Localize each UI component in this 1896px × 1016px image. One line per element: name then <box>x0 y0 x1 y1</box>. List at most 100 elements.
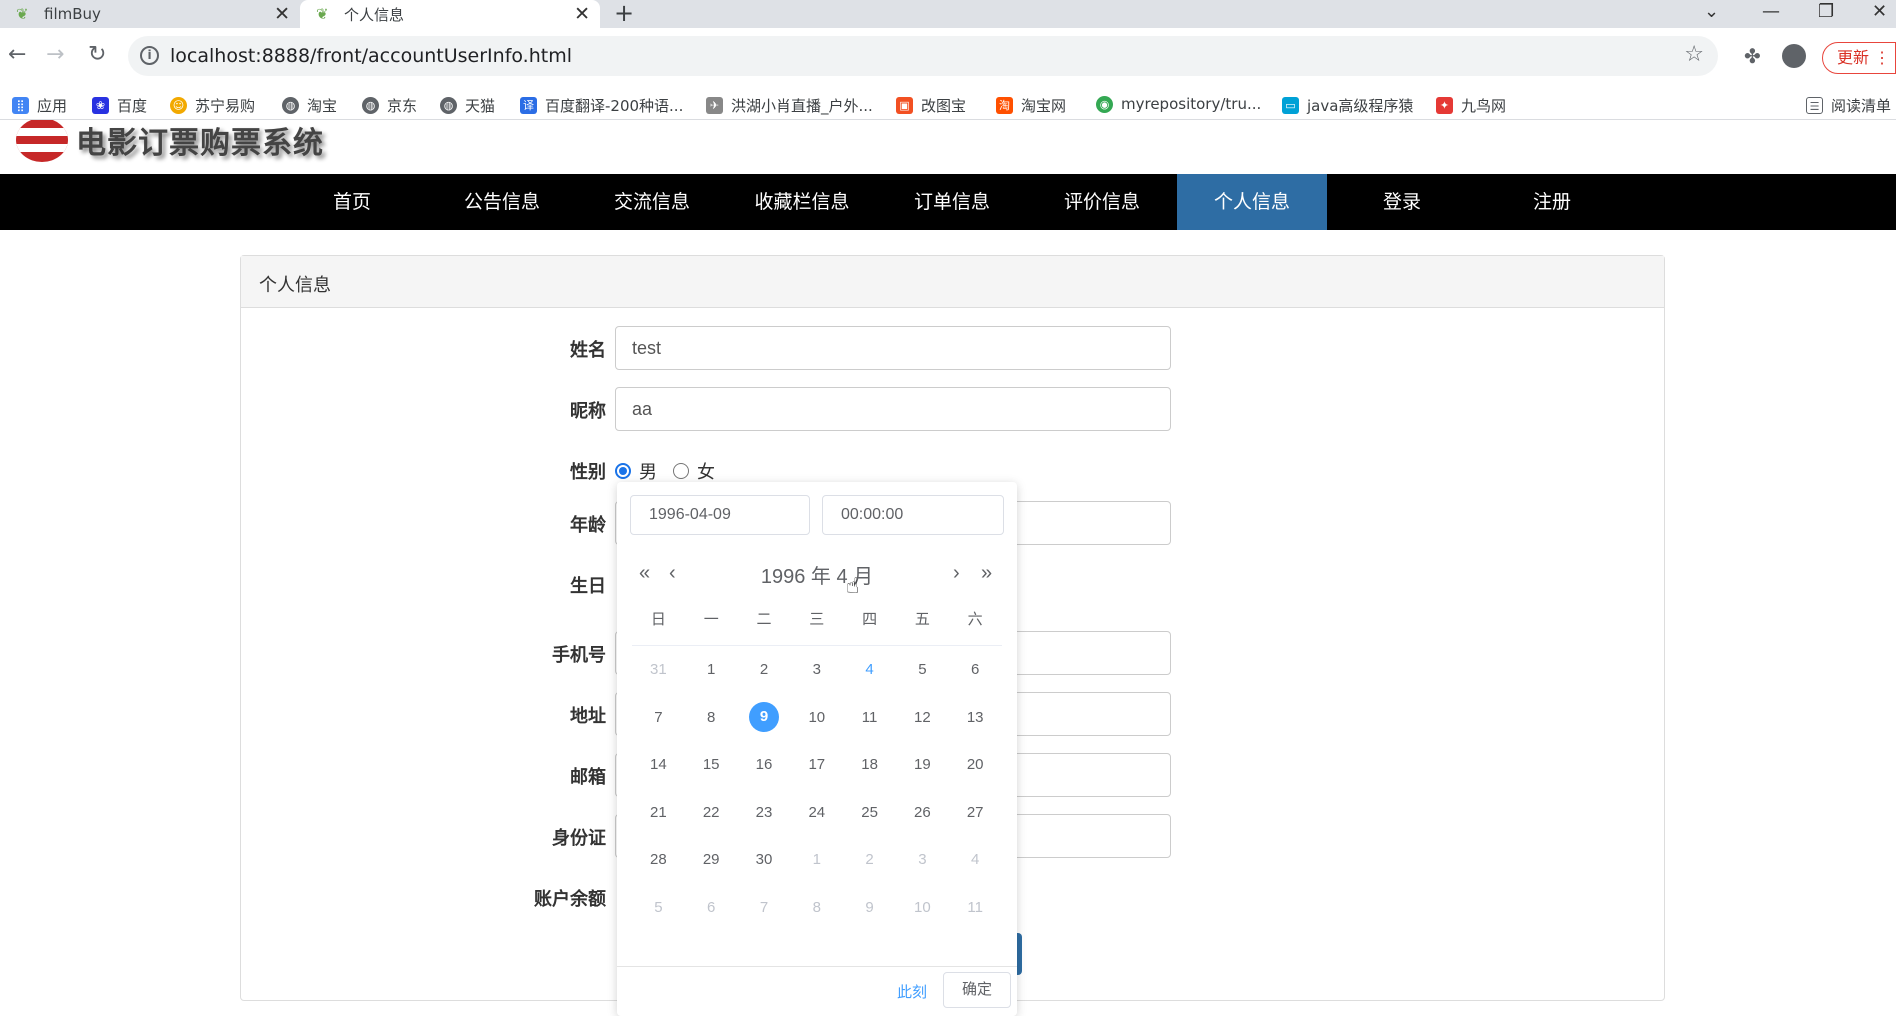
bookmark-jiuniao[interactable]: ✦ 九鸟网 <box>1436 95 1506 116</box>
bookmark-taobao[interactable]: ◍ 淘宝 <box>282 95 337 116</box>
nav-item-home[interactable]: 首页 <box>277 174 427 230</box>
nav-item-reviews[interactable]: 评价信息 <box>1027 174 1177 230</box>
calendar-day[interactable]: 5 <box>632 899 685 916</box>
minimize-icon[interactable]: — <box>1762 0 1780 28</box>
bookmark-star-icon[interactable]: ☆ <box>1684 42 1704 67</box>
calendar-day[interactable]: 20 <box>949 756 1002 773</box>
calendar-day[interactable]: 3 <box>896 851 949 868</box>
close-tab-icon[interactable]: ✕ <box>274 4 290 24</box>
gender-male-radio[interactable] <box>615 463 631 479</box>
calendar-day[interactable]: 10 <box>790 709 843 726</box>
bookmark-suning[interactable]: ☺ 苏宁易购 <box>170 95 255 116</box>
bookmark-honghu[interactable]: ✈ 洪湖小肖直播_户外... <box>706 95 873 116</box>
nav-item-profile[interactable]: 个人信息 <box>1177 174 1327 230</box>
calendar-day[interactable]: 4 <box>843 661 896 678</box>
calendar-day[interactable]: 5 <box>896 661 949 678</box>
calendar-day[interactable]: 10 <box>896 899 949 916</box>
bookmark-baidu-translate[interactable]: 译百度翻译-200种语... <box>520 95 683 116</box>
nav-item-notices[interactable]: 公告信息 <box>427 174 577 230</box>
nav-item-favorites[interactable]: 收藏栏信息 <box>727 174 877 230</box>
calendar-day[interactable]: 23 <box>738 804 791 821</box>
calendar-day[interactable]: 29 <box>685 851 738 868</box>
tab-filmbuy[interactable]: ❦ filmBuy ✕ <box>0 0 300 28</box>
next-month-icon[interactable]: › <box>953 562 960 585</box>
calendar-day-selected[interactable]: 9 <box>738 702 791 733</box>
site-logo[interactable]: 电影订票购票系统 <box>16 120 324 170</box>
gender-female-radio[interactable] <box>673 463 689 479</box>
close-window-icon[interactable]: ✕ <box>1872 0 1887 28</box>
gender-male-label[interactable]: 男 <box>639 458 657 484</box>
calendar-day[interactable]: 15 <box>685 756 738 773</box>
calendar-day[interactable]: 18 <box>843 756 896 773</box>
calendar-day[interactable]: 2 <box>843 851 896 868</box>
calendar-day[interactable]: 4 <box>949 851 1002 868</box>
reading-list[interactable]: ☰ 阅读清单 <box>1806 95 1891 116</box>
picker-year[interactable]: 1996 年 <box>761 566 831 588</box>
nav-item-register[interactable]: 注册 <box>1477 174 1627 230</box>
bookmark-baidu[interactable]: ❀ 百度 <box>92 95 147 116</box>
bookmark-apps[interactable]: ⣿ 应用 <box>12 95 67 116</box>
bookmark-myrepository[interactable]: ◉ myrepository/tru... <box>1096 95 1261 113</box>
close-tab-icon[interactable]: ✕ <box>574 4 590 24</box>
nav-item-orders[interactable]: 订单信息 <box>877 174 1027 230</box>
tab-search-icon[interactable]: ⌄ <box>1704 0 1719 28</box>
calendar-day[interactable]: 16 <box>738 756 791 773</box>
calendar-day[interactable]: 1 <box>790 851 843 868</box>
restore-icon[interactable]: ❐ <box>1818 0 1834 28</box>
now-button[interactable]: 此刻 <box>897 981 927 1002</box>
calendar-day[interactable]: 22 <box>685 804 738 821</box>
confirm-button[interactable]: 确定 <box>943 972 1011 1008</box>
picker-time-input[interactable] <box>822 495 1004 535</box>
next-year-icon[interactable]: » <box>981 562 992 585</box>
url-text[interactable]: localhost:8888/front/accountUserInfo.htm… <box>170 45 572 67</box>
bookmark-java[interactable]: ▭ java高级程序猿 <box>1282 95 1413 116</box>
bookmark-label: 改图宝 <box>921 97 967 115</box>
calendar-day[interactable]: 2 <box>738 661 791 678</box>
calendar-day[interactable]: 31 <box>632 661 685 678</box>
calendar-day[interactable]: 19 <box>896 756 949 773</box>
nav-item-login[interactable]: 登录 <box>1327 174 1477 230</box>
calendar-day[interactable]: 13 <box>949 709 1002 726</box>
calendar-day[interactable]: 14 <box>632 756 685 773</box>
calendar-day[interactable]: 9 <box>843 899 896 916</box>
bookmark-tmall[interactable]: ◍ 天猫 <box>440 95 495 116</box>
calendar-day[interactable]: 28 <box>632 851 685 868</box>
calendar-day[interactable]: 25 <box>843 804 896 821</box>
forward-icon[interactable]: → <box>46 38 64 72</box>
calendar-day[interactable]: 6 <box>949 661 1002 678</box>
calendar-day[interactable]: 11 <box>843 709 896 726</box>
calendar-day[interactable]: 1 <box>685 661 738 678</box>
calendar-day[interactable]: 11 <box>949 899 1002 916</box>
back-icon[interactable]: ← <box>8 38 26 72</box>
nav-item-discussions[interactable]: 交流信息 <box>577 174 727 230</box>
calendar-day[interactable]: 30 <box>738 851 791 868</box>
calendar-day[interactable]: 24 <box>790 804 843 821</box>
tab-personal-info[interactable]: ❦ 个人信息 ✕ <box>300 0 600 28</box>
nickname-field[interactable] <box>615 387 1171 431</box>
calendar-day[interactable]: 17 <box>790 756 843 773</box>
calendar-day[interactable]: 8 <box>790 899 843 916</box>
calendar-day[interactable]: 26 <box>896 804 949 821</box>
bookmark-jd[interactable]: ◍ 京东 <box>362 95 417 116</box>
bookmark-taobaowang[interactable]: 淘淘宝网 <box>996 95 1066 116</box>
calendar-day[interactable]: 27 <box>949 804 1002 821</box>
profile-avatar-icon[interactable] <box>1782 44 1806 68</box>
calendar-day[interactable]: 12 <box>896 709 949 726</box>
new-tab-icon[interactable]: + <box>614 0 634 26</box>
calendar-day[interactable]: 8 <box>685 709 738 726</box>
picker-date-input[interactable] <box>630 495 810 535</box>
bookmark-gaitubao[interactable]: ▣ 改图宝 <box>896 95 966 116</box>
calendar-week-row: 7 8 9 10 11 12 13 <box>632 694 1002 742</box>
calendar-day[interactable]: 21 <box>632 804 685 821</box>
calendar-day[interactable]: 6 <box>685 899 738 916</box>
calendar-day[interactable]: 7 <box>632 709 685 726</box>
extensions-puzzle-icon[interactable]: ✤ <box>1744 44 1761 68</box>
reload-icon[interactable]: ↻ <box>88 38 106 72</box>
address-bar[interactable]: i localhost:8888/front/accountUserInfo.h… <box>128 36 1718 76</box>
calendar-day[interactable]: 3 <box>790 661 843 678</box>
name-field[interactable] <box>615 326 1171 370</box>
gender-female-label[interactable]: 女 <box>697 458 715 484</box>
site-info-icon[interactable]: i <box>140 46 159 65</box>
calendar-day[interactable]: 7 <box>738 899 791 916</box>
update-button[interactable]: 更新 ⋮ <box>1822 42 1896 74</box>
